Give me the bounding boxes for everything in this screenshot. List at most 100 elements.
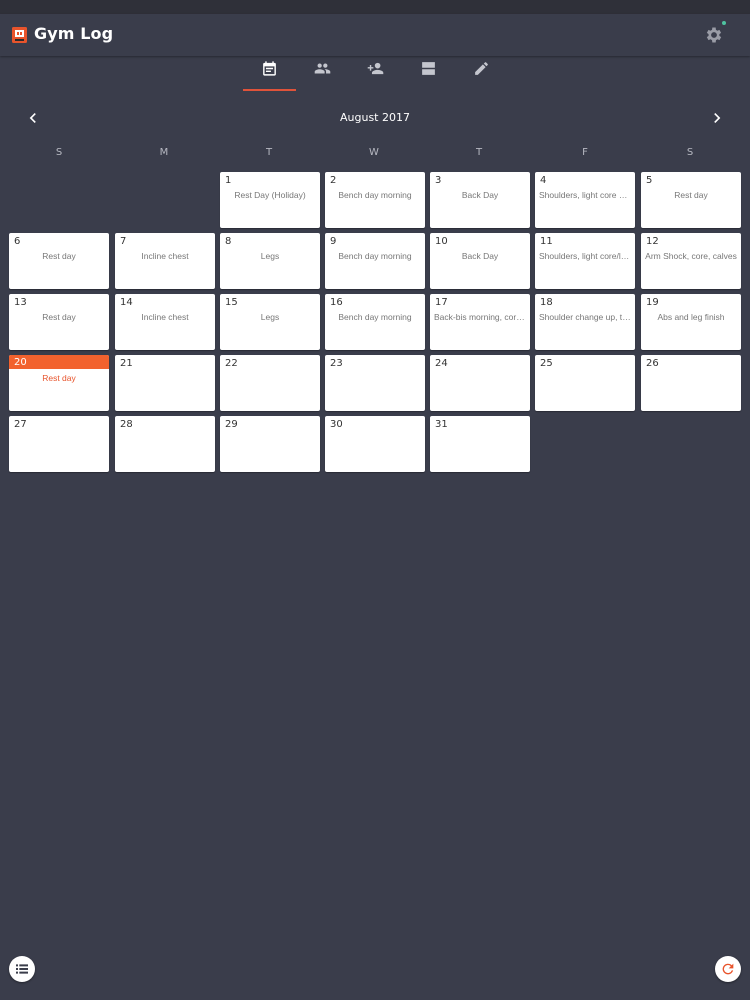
day-note: Rest day xyxy=(42,312,76,322)
chevron-right-icon[interactable] xyxy=(707,108,727,128)
calendar-day[interactable]: 27 xyxy=(9,416,109,472)
calendar-day[interactable]: 2 Bench day morning xyxy=(325,172,425,228)
calendar-day[interactable]: 8 Legs xyxy=(220,233,320,289)
day-note: Back Day xyxy=(461,251,499,261)
day-number: 17 xyxy=(435,297,448,308)
calendar-day[interactable]: 11 Shoulders, light core/le… xyxy=(535,233,635,289)
day-number: 18 xyxy=(540,297,553,308)
calendar-day[interactable]: 3 Back Day xyxy=(430,172,530,228)
active-tab-indicator xyxy=(243,89,296,91)
day-number: 12 xyxy=(646,236,659,247)
weekday-label: S xyxy=(55,147,63,158)
day-number: 5 xyxy=(646,175,653,186)
tab-add-person[interactable] xyxy=(349,56,402,92)
day-number: 8 xyxy=(225,236,232,247)
day-number: 28 xyxy=(120,419,133,430)
day-number: 29 xyxy=(225,419,238,430)
calendar-day[interactable]: 31 xyxy=(430,416,530,472)
pencil-icon xyxy=(475,62,488,75)
tab-calendar[interactable] xyxy=(243,56,296,92)
gear-icon[interactable] xyxy=(704,25,724,45)
calendar-day[interactable]: 15 Legs xyxy=(220,294,320,350)
day-number: 13 xyxy=(14,297,27,308)
refresh-button[interactable] xyxy=(715,956,741,982)
calendar-day[interactable]: 25 xyxy=(535,355,635,411)
day-note: Shoulder change up, tri… xyxy=(539,312,631,322)
day-note: Bench day morning xyxy=(338,312,412,322)
weekday-label: W xyxy=(369,147,379,158)
view-agenda-icon xyxy=(422,62,435,75)
day-number: 16 xyxy=(330,297,343,308)
people-icon xyxy=(314,63,331,74)
day-note: Rest day xyxy=(674,190,708,200)
calendar-day[interactable]: 9 Bench day morning xyxy=(325,233,425,289)
calendar-day[interactable]: 1 Rest Day (Holiday) xyxy=(220,172,320,228)
day-number: 25 xyxy=(540,358,553,369)
day-note: Bench day morning xyxy=(338,251,412,261)
weekday-label: S xyxy=(686,147,694,158)
day-note: Arm Shock, core, calves xyxy=(645,251,737,261)
person-add-icon xyxy=(367,62,384,75)
day-number: 6 xyxy=(14,236,21,247)
day-number: 26 xyxy=(646,358,659,369)
list-view-button[interactable] xyxy=(9,956,35,982)
calendar-day[interactable]: 21 xyxy=(115,355,215,411)
calendar-day[interactable]: 4 Shoulders, light core a… xyxy=(535,172,635,228)
day-note: Rest day xyxy=(42,251,76,261)
app-bar: Gym Log xyxy=(0,14,750,56)
day-number: 1 xyxy=(225,175,232,186)
day-number: 20 xyxy=(14,357,27,368)
calendar-day[interactable]: 23 xyxy=(325,355,425,411)
day-note: Bench day morning xyxy=(338,190,412,200)
day-number: 2 xyxy=(330,175,337,186)
calendar-day[interactable]: 13 Rest day xyxy=(9,294,109,350)
calendar-day[interactable]: 30 xyxy=(325,416,425,472)
month-label: August 2017 xyxy=(340,111,410,124)
app-logo-icon xyxy=(12,27,27,43)
calendar-day[interactable]: 10 Back Day xyxy=(430,233,530,289)
calendar-day[interactable]: 26 xyxy=(641,355,741,411)
day-number: 27 xyxy=(14,419,27,430)
calendar-day[interactable]: 24 xyxy=(430,355,530,411)
refresh-icon xyxy=(722,963,734,975)
day-note: Legs xyxy=(260,312,280,322)
day-note: Shoulders, light core/le… xyxy=(539,251,631,261)
day-number: 19 xyxy=(646,297,659,308)
status-bar xyxy=(0,0,750,14)
calendar-day[interactable]: 12 Arm Shock, core, calves xyxy=(641,233,741,289)
day-number: 30 xyxy=(330,419,343,430)
tab-agenda[interactable] xyxy=(402,56,455,92)
weekday-label: T xyxy=(475,147,483,158)
calendar-day[interactable]: 14 Incline chest xyxy=(115,294,215,350)
calendar-day[interactable]: 6 Rest day xyxy=(9,233,109,289)
calendar-day[interactable]: 29 xyxy=(220,416,320,472)
app-title: Gym Log xyxy=(34,24,114,43)
calendar-day[interactable]: 22 xyxy=(220,355,320,411)
day-number: 31 xyxy=(435,419,448,430)
day-number: 10 xyxy=(435,236,448,247)
calendar-day[interactable]: 17 Back-bis morning, core… xyxy=(430,294,530,350)
day-note: Legs xyxy=(260,251,280,261)
chevron-left-icon[interactable] xyxy=(23,108,43,128)
day-number: 9 xyxy=(330,236,337,247)
calendar-day[interactable]: 16 Bench day morning xyxy=(325,294,425,350)
day-note: Back-bis morning, core… xyxy=(434,312,526,322)
list-icon xyxy=(16,964,28,974)
tab-people[interactable] xyxy=(296,56,349,92)
calendar-day[interactable]: 19 Abs and leg finish xyxy=(641,294,741,350)
day-note: Shoulders, light core a… xyxy=(539,190,631,200)
calendar-day[interactable]: 5 Rest day xyxy=(641,172,741,228)
day-note: Rest Day (Holiday) xyxy=(234,190,306,200)
tab-bar xyxy=(0,56,750,92)
calendar-day[interactable]: 18 Shoulder change up, tri… xyxy=(535,294,635,350)
calendar-day[interactable]: 7 Incline chest xyxy=(115,233,215,289)
tab-edit[interactable] xyxy=(455,56,508,92)
day-number: 4 xyxy=(540,175,547,186)
day-number: 24 xyxy=(435,358,448,369)
day-number: 15 xyxy=(225,297,238,308)
calendar-day[interactable]: 28 xyxy=(115,416,215,472)
day-note: Incline chest xyxy=(141,312,189,322)
day-note: Abs and leg finish xyxy=(657,312,725,322)
calendar-day-today[interactable]: 20 Rest day xyxy=(9,355,109,411)
day-note: Incline chest xyxy=(141,251,189,261)
